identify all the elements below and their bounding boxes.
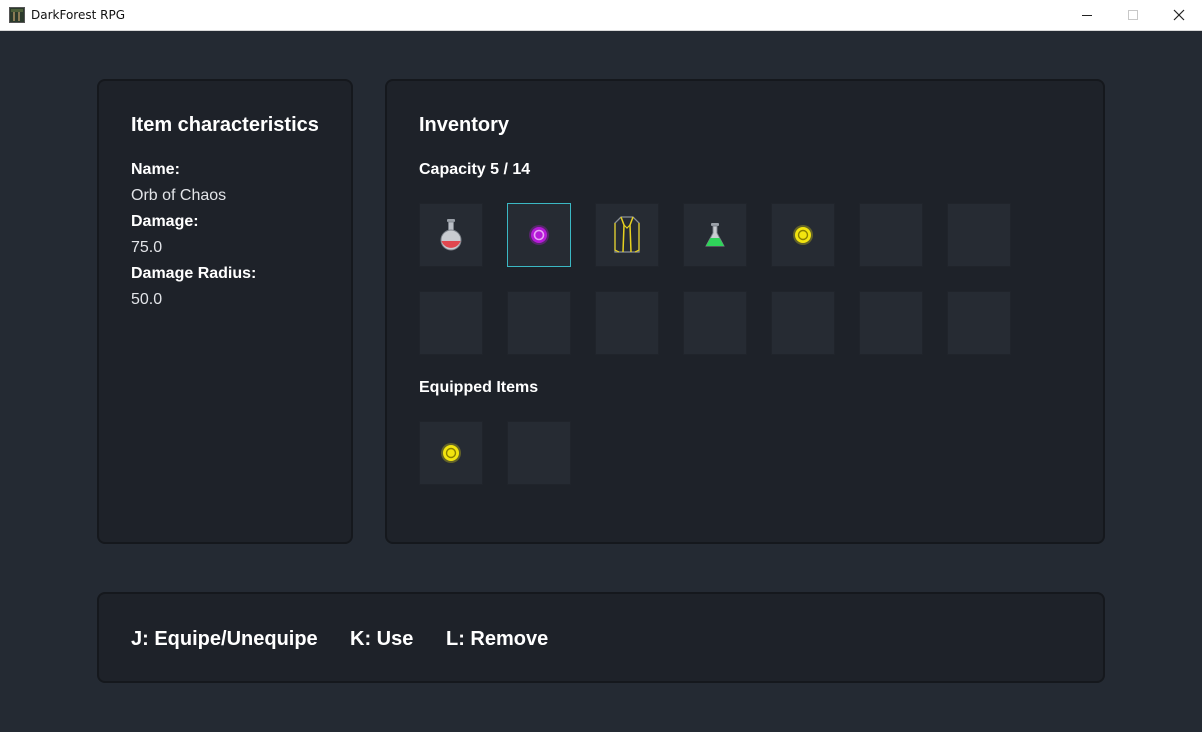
yellow-orb-icon: [441, 443, 461, 463]
damage-radius-label: Damage Radius:: [131, 265, 257, 282]
inventory-slot[interactable]: [507, 203, 571, 267]
use-control-hint: K: Use: [350, 628, 414, 650]
damage-radius-value: 50.0: [131, 291, 163, 308]
minimize-button[interactable]: [1064, 0, 1110, 30]
close-icon: [1173, 9, 1185, 21]
close-button[interactable]: [1156, 0, 1202, 30]
equip-control-hint: J: Equipe/Unequipe: [131, 628, 318, 650]
maximize-button[interactable]: [1110, 0, 1156, 30]
health-potion-icon: [440, 219, 462, 251]
inventory-slot[interactable]: [419, 203, 483, 267]
characteristics-title: Item characteristics: [131, 114, 319, 136]
inventory-slot-empty[interactable]: [771, 291, 835, 355]
robe-armor-icon: [614, 216, 640, 253]
inventory-slot-empty[interactable]: [947, 291, 1011, 355]
inventory-slot-empty[interactable]: [419, 291, 483, 355]
inventory-slot-empty[interactable]: [507, 291, 571, 355]
remove-control-hint: L: Remove: [446, 628, 549, 650]
inventory-title: Inventory: [419, 114, 510, 136]
controls-panel: J: Equipe/Unequipe K: Use L: Remove: [97, 592, 1105, 683]
equipped-items-label: Equipped Items: [419, 379, 539, 396]
damage-value: 75.0: [131, 239, 163, 256]
window-title: DarkForest RPG: [31, 8, 125, 22]
name-label: Name:: [131, 161, 180, 178]
inventory-slot[interactable]: [683, 203, 747, 267]
inventory-slot-empty[interactable]: [595, 291, 659, 355]
equipped-slot[interactable]: [419, 421, 483, 485]
inventory-slot-empty[interactable]: [947, 203, 1011, 267]
app-tree-icon: [9, 7, 25, 23]
minimize-icon: [1082, 15, 1092, 16]
chaos-orb-icon: [529, 225, 549, 245]
inventory-slot[interactable]: [595, 203, 659, 267]
capacity-label: Capacity 5 / 14: [419, 161, 531, 178]
inventory-panel: Inventory Capacity 5 / 14 Equipped Items: [385, 79, 1105, 544]
inventory-slot[interactable]: [771, 203, 835, 267]
damage-label: Damage:: [131, 213, 199, 230]
maximize-icon: [1128, 10, 1138, 20]
green-flask-icon: [705, 223, 725, 247]
yellow-orb-icon: [793, 225, 813, 245]
equipped-slot-empty[interactable]: [507, 421, 571, 485]
window-titlebar: DarkForest RPG: [0, 0, 1202, 31]
inventory-slot-empty[interactable]: [859, 203, 923, 267]
item-characteristics-panel: Item characteristics Name: Orb of Chaos …: [97, 79, 353, 544]
name-value: Orb of Chaos: [131, 187, 227, 204]
inventory-slot-empty[interactable]: [859, 291, 923, 355]
inventory-slot-empty[interactable]: [683, 291, 747, 355]
